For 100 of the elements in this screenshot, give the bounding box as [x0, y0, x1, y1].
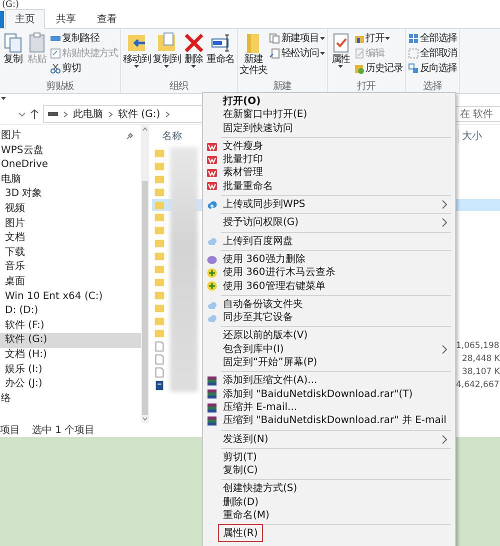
- menu-item[interactable]: 压缩并 E-mail...: [203, 400, 455, 414]
- nav-item[interactable]: 3D 对象: [0, 187, 141, 202]
- dropdown-caret-icon: [191, 65, 196, 68]
- nav-item[interactable]: 下载: [0, 246, 141, 260]
- ribbon-button[interactable]: 复制: [1, 31, 25, 81]
- menu-item[interactable]: 包含到库中(I): [203, 342, 455, 356]
- menu-item[interactable]: 使用 360进行木马云查杀: [203, 266, 455, 280]
- ribbon-button[interactable]: 全部取消: [406, 46, 458, 60]
- menu-item[interactable]: 自动备份该文件夹: [203, 298, 455, 312]
- menu-item[interactable]: 批量打印: [203, 153, 455, 166]
- nav-item[interactable]: 音乐: [0, 260, 141, 275]
- ribbon-button[interactable]: 新建项目: [268, 31, 326, 45]
- ribbon-button[interactable]: 剪切: [49, 61, 119, 75]
- nav-item[interactable]: 文档 (H:): [0, 348, 141, 362]
- group-label: 打开: [356, 81, 377, 93]
- ribbon-button[interactable]: 复制路径: [49, 31, 119, 45]
- ribbon-tab[interactable]: 查看: [87, 9, 127, 28]
- scrollbar[interactable]: [141, 125, 149, 423]
- folder-icon: [154, 212, 164, 224]
- nav-item[interactable]: WPS云盘: [0, 144, 141, 158]
- nav-item[interactable]: 图片: [0, 129, 141, 144]
- ribbon-button[interactable]: 删除: [182, 31, 206, 81]
- file-size: 1,065,198,: [456, 340, 500, 354]
- nav-item[interactable]: 软件 (G:): [0, 333, 141, 348]
- folder-icon: [154, 328, 164, 340]
- nav-item[interactable]: 视频: [0, 202, 141, 217]
- nav-item[interactable]: 文档: [0, 231, 141, 246]
- logo-icon: [207, 168, 217, 178]
- menu-item[interactable]: 添加到压缩文件(A)...: [203, 374, 455, 388]
- ribbon-button[interactable]: 全部选择: [406, 31, 458, 45]
- archive-icon: [207, 416, 217, 426]
- nav-item[interactable]: 电脑: [0, 172, 141, 188]
- file-icon: [154, 341, 164, 352]
- up-arrow-icon[interactable]: [30, 109, 39, 119]
- scrollbar-thumb[interactable]: [142, 181, 148, 415]
- dropdown-caret-icon: [320, 36, 325, 40]
- nav-item[interactable]: Win 10 Ent x64 (C:): [0, 290, 141, 304]
- menu-item[interactable]: 授予访问权限(G): [203, 216, 455, 230]
- menu-item[interactable]: 还原以前的版本(V): [203, 329, 455, 343]
- ribbon-button[interactable]: 新建 文件夹: [238, 31, 268, 81]
- nav-item[interactable]: 办公 (J:): [0, 377, 141, 392]
- column-header[interactable]: 大小: [458, 129, 500, 143]
- menu-item[interactable]: 添加到 "BaiduNetdiskDownload.rar"(T): [203, 388, 455, 401]
- ribbon-button[interactable]: 移动到: [122, 31, 152, 81]
- nav-item[interactable]: 桌面: [0, 274, 141, 290]
- file-icon: [154, 367, 164, 378]
- menu-item[interactable]: 文件瘦身: [203, 140, 455, 154]
- easy-access-icon: [269, 48, 280, 58]
- menu-item[interactable]: 打开(O): [203, 95, 455, 108]
- ribbon-tab[interactable]: 共享: [46, 9, 86, 28]
- menu-item[interactable]: 在新窗口中打开(E): [203, 108, 455, 122]
- scroll-down-icon[interactable]: [142, 417, 148, 421]
- file-icon: [154, 354, 164, 366]
- folder-copy-icon: [156, 32, 178, 54]
- menu-item[interactable]: 删除(D): [203, 496, 455, 510]
- nav-item[interactable]: 络: [0, 392, 141, 406]
- ribbon-button[interactable]: 轻松访问: [268, 46, 326, 60]
- nav-item[interactable]: 娱乐 (I:): [0, 362, 141, 378]
- dropdown-caret-icon: [134, 65, 140, 68]
- breadcrumb[interactable]: 此电脑: [73, 107, 103, 121]
- menu-item[interactable]: 素材管理: [203, 166, 455, 180]
- column-header[interactable]: 名称: [152, 129, 182, 143]
- ribbon-button[interactable]: 历史记录: [352, 61, 404, 75]
- ribbon-tab[interactable]: 主页: [5, 9, 45, 29]
- logo-icon: [207, 142, 217, 152]
- ribbon-button[interactable]: 打开: [352, 31, 404, 45]
- menu-item[interactable]: 使用 360管理右键菜单: [203, 280, 455, 293]
- ribbon-button[interactable]: 反向选择: [406, 61, 458, 75]
- breadcrumb[interactable]: 软件 (G:): [118, 107, 160, 121]
- nav-item[interactable]: OneDrive: [0, 158, 141, 173]
- ribbon-button[interactable]: 复制到: [152, 31, 182, 81]
- nav-item[interactable]: D: (D:): [0, 304, 141, 319]
- nav-item[interactable]: 图片: [0, 216, 141, 232]
- chevron-right-icon: [165, 110, 170, 118]
- ribbon-button[interactable]: 重命名: [206, 31, 236, 81]
- menu-item[interactable]: 上传或同步到WPS: [203, 198, 455, 212]
- nav-item[interactable]: 软件 (F:): [0, 318, 141, 334]
- menu-item[interactable]: 固定到“开始”屏幕(P): [203, 356, 455, 370]
- menu-item[interactable]: 发送到(N): [203, 432, 455, 446]
- folder-icon: [154, 225, 164, 236]
- menu-item[interactable]: 剪切(T): [203, 450, 455, 464]
- folder-icon: [154, 290, 164, 301]
- search-field[interactable]: 在 软件: [455, 106, 500, 122]
- menu-item[interactable]: 同步至其它设备: [203, 311, 455, 324]
- menu-item[interactable]: 使用 360强力删除: [203, 252, 455, 266]
- folder-icon: [154, 174, 164, 185]
- folder-icon: [154, 238, 164, 250]
- dropdown-caret-icon[interactable]: [1, 97, 6, 101]
- scroll-up-icon[interactable]: [142, 127, 148, 131]
- menu-item[interactable]: 创建快捷方式(S): [203, 482, 455, 496]
- invert-selection-icon: [408, 62, 419, 74]
- menu-item[interactable]: 固定到快速访问: [203, 122, 455, 135]
- menu-item[interactable]: 上传到百度网盘: [203, 234, 455, 248]
- archive-icon: [207, 389, 217, 400]
- menu-item[interactable]: 复制(C): [203, 464, 455, 478]
- menu-item[interactable]: 属性(R): [203, 527, 455, 541]
- ribbon-button[interactable]: 属性: [328, 31, 353, 81]
- menu-item[interactable]: 重命名(M): [203, 509, 455, 522]
- menu-item[interactable]: 压缩到 "BaiduNetdiskDownload.rar" 并 E-mail: [203, 414, 455, 428]
- menu-item[interactable]: 批量重命名: [203, 180, 455, 194]
